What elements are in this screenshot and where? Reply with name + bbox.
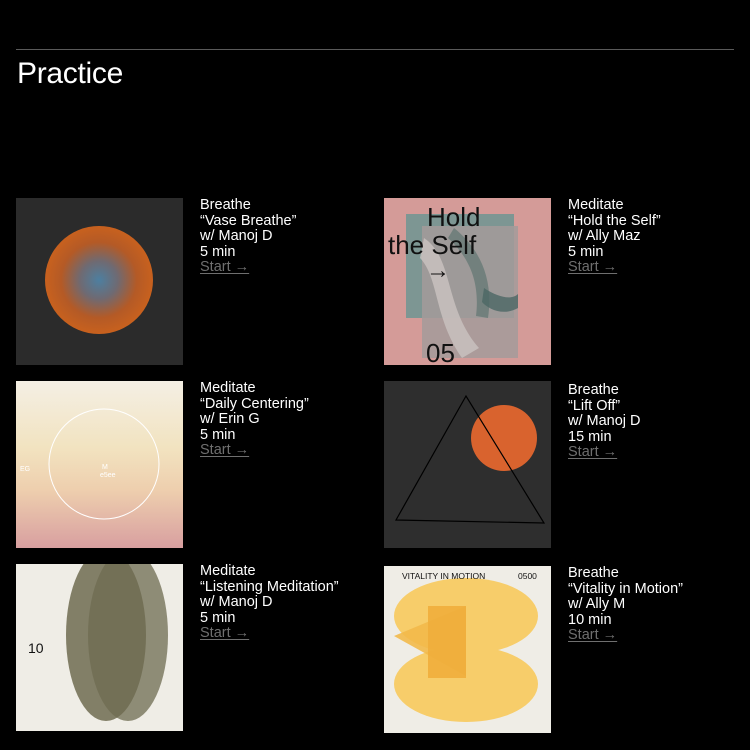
practice-instructor: w/ Manoj D: [200, 594, 273, 610]
practice-type: Breathe: [200, 197, 251, 213]
practice-duration: 10 min: [568, 611, 612, 628]
arrow-right-icon: →: [426, 257, 450, 284]
practice-duration: 5 min: [200, 243, 236, 260]
practice-duration: 5 min: [200, 609, 236, 626]
practice-thumbnail[interactable]: VITALITY IN MOTION 0500: [384, 566, 551, 733]
start-link[interactable]: Start →: [568, 259, 617, 276]
gradient-circle-artwork: [16, 198, 183, 365]
art-title-line1: Hold: [427, 202, 480, 232]
practice-meta: Meditate “Daily Centering” w/ Erin G 5 m…: [200, 380, 370, 459]
practice-card-vase-breathe: Breathe “Vase Breathe” w/ Manoj D 5 min …: [16, 197, 366, 366]
practice-type: Meditate: [568, 197, 624, 213]
practice-thumbnail[interactable]: Hold the Self → 05: [384, 198, 551, 365]
gradient-ring-artwork: EG M e5ee: [16, 381, 183, 548]
start-link[interactable]: Start →: [200, 442, 249, 459]
practice-duration: 15 min: [568, 428, 612, 445]
practice-thumbnail[interactable]: [16, 198, 183, 365]
practice-card-daily-centering: EG M e5ee Meditate “Daily Centering” w/ …: [16, 380, 366, 549]
practice-thumbnail[interactable]: EG M e5ee: [16, 381, 183, 548]
start-link[interactable]: Start →: [568, 444, 617, 461]
practice-duration: 5 min: [200, 426, 236, 443]
practice-card-vitality-in-motion: VITALITY IN MOTION 0500 Breathe “Vitalit…: [384, 565, 734, 734]
art-caption: VITALITY IN MOTION: [402, 571, 485, 581]
overlapping-ellipses-artwork: 10: [16, 564, 183, 731]
art-number: 05: [426, 338, 455, 365]
practice-meta: Meditate “Listening Meditation” w/ Manoj…: [200, 563, 370, 642]
practice-title: “Lift Off”: [568, 397, 621, 414]
practice-title: “Daily Centering”: [200, 395, 309, 412]
practice-card-hold-the-self: Hold the Self → 05 Meditate “Hold the Se…: [384, 197, 734, 366]
practice-title: “Hold the Self”: [568, 212, 661, 229]
practice-title: “Vase Breathe”: [200, 212, 297, 229]
practice-meta: Breathe “Vitality in Motion” w/ Ally M 1…: [568, 565, 738, 644]
practice-thumbnail[interactable]: [384, 381, 551, 548]
practice-type: Breathe: [568, 565, 619, 581]
practice-instructor: w/ Ally M: [568, 596, 626, 612]
practice-meta: Meditate “Hold the Self” w/ Ally Maz 5 m…: [568, 197, 738, 276]
yellow-shapes-artwork: VITALITY IN MOTION 0500: [384, 566, 551, 733]
practice-instructor: w/ Ally Maz: [568, 228, 641, 244]
practice-instructor: w/ Manoj D: [200, 228, 273, 244]
art-number: 10: [28, 640, 44, 656]
header-divider: [16, 49, 734, 50]
start-link[interactable]: Start →: [200, 259, 249, 276]
start-link[interactable]: Start →: [200, 625, 249, 642]
practice-thumbnail[interactable]: 10: [16, 564, 183, 731]
practice-instructor: w/ Erin G: [200, 411, 260, 427]
practice-title: “Listening Meditation”: [200, 578, 339, 595]
practice-type: Meditate: [200, 563, 256, 579]
art-initials: EG: [20, 466, 30, 473]
art-center-top: M: [102, 464, 108, 471]
practice-meta: Breathe “Lift Off” w/ Manoj D 15 min Sta…: [568, 382, 738, 461]
art-title-line2: the Self: [388, 230, 477, 260]
practice-meta: Breathe “Vase Breathe” w/ Manoj D 5 min …: [200, 197, 370, 276]
triangle-circle-artwork: [384, 381, 551, 548]
art-center-bottom: e5ee: [100, 472, 116, 479]
practice-type: Breathe: [568, 382, 619, 398]
practice-instructor: w/ Manoj D: [568, 413, 641, 429]
practice-card-lift-off: Breathe “Lift Off” w/ Manoj D 15 min Sta…: [384, 381, 734, 549]
photo-collage-artwork: Hold the Self → 05: [384, 198, 551, 365]
practice-duration: 5 min: [568, 243, 604, 260]
start-link[interactable]: Start →: [568, 627, 617, 644]
practice-card-listening-meditation: 10 Meditate “Listening Meditation” w/ Ma…: [16, 563, 366, 732]
practice-type: Meditate: [200, 380, 256, 396]
art-code: 0500: [518, 571, 537, 581]
page-title: Practice: [17, 57, 123, 90]
practice-title: “Vitality in Motion”: [568, 580, 683, 597]
